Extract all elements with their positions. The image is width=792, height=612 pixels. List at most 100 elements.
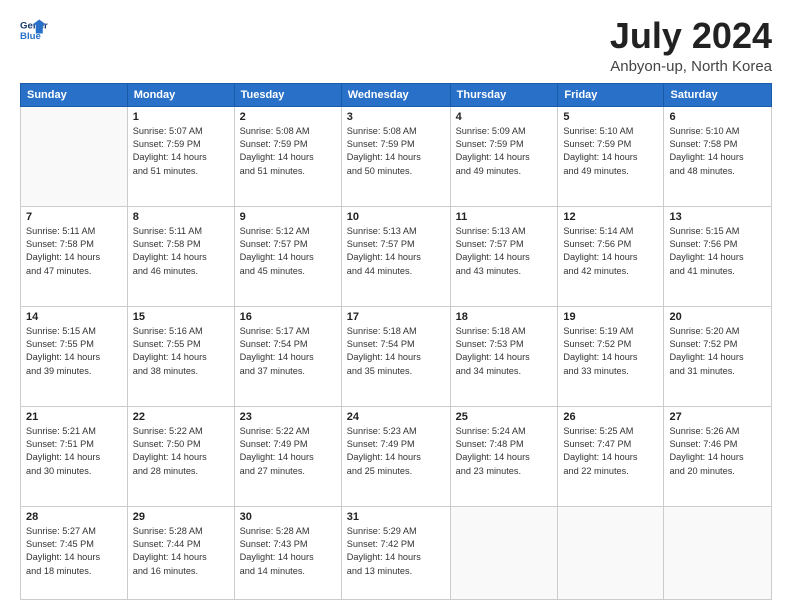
week-row-1: 1 Sunrise: 5:07 AM Sunset: 7:59 PM Daylig… (21, 106, 772, 206)
day-info: Sunrise: 5:24 AM Sunset: 7:48 PM Dayligh… (456, 425, 553, 478)
day-info: Sunrise: 5:26 AM Sunset: 7:46 PM Dayligh… (669, 425, 766, 478)
day-number: 22 (133, 411, 229, 423)
day-info: Sunrise: 5:17 AM Sunset: 7:54 PM Dayligh… (240, 325, 336, 378)
calendar-cell (450, 506, 558, 599)
calendar-cell: 9 Sunrise: 5:12 AM Sunset: 7:57 PM Daylig… (234, 206, 341, 306)
day-number: 20 (669, 311, 766, 323)
calendar-cell (664, 506, 772, 599)
day-number: 18 (456, 311, 553, 323)
week-row-3: 14Sunrise: 5:15 AM Sunset: 7:55 PM Dayli… (21, 306, 772, 406)
day-number: 28 (26, 511, 122, 523)
day-info: Sunrise: 5:11 AM Sunset: 7:58 PM Dayligh… (26, 225, 122, 278)
weekday-header-tuesday: Tuesday (234, 83, 341, 106)
calendar-cell: 29 Sunrise: 5:28 AM Sunset: 7:44 PM Dayli… (127, 506, 234, 599)
day-number: 19 (563, 311, 658, 323)
svg-text:General: General (20, 20, 48, 31)
logo: General Blue (20, 16, 48, 44)
day-number: 1 (133, 111, 229, 123)
day-info: Sunrise: 5:28 AM Sunset: 7:44 PM Dayligh… (133, 525, 229, 578)
calendar-cell (558, 506, 664, 599)
day-number: 23 (240, 411, 336, 423)
day-info: Sunrise: 5:27 AM Sunset: 7:45 PM Dayligh… (26, 525, 122, 578)
subtitle: Anbyon-up, North Korea (610, 58, 772, 75)
day-info: Sunrise: 5:25 AM Sunset: 7:47 PM Dayligh… (563, 425, 658, 478)
day-info: Sunrise: 5:08 AM Sunset: 7:59 PM Dayligh… (240, 125, 336, 178)
day-number: 26 (563, 411, 658, 423)
day-number: 15 (133, 311, 229, 323)
day-number: 17 (347, 311, 445, 323)
calendar-cell: 21 Sunrise: 5:21 AM Sunset: 7:51 PM Dayli… (21, 406, 128, 506)
day-info: Sunrise: 5:22 AM Sunset: 7:50 PM Dayligh… (133, 425, 229, 478)
day-number: 12 (563, 211, 658, 223)
weekday-header-thursday: Thursday (450, 83, 558, 106)
header: General Blue July 2024 Anbyon-up, North … (20, 16, 772, 75)
day-number: 5 (563, 111, 658, 123)
calendar-cell: 31 Sunrise: 5:29 AM Sunset: 7:42 PM Dayli… (341, 506, 450, 599)
weekday-header-sunday: Sunday (21, 83, 128, 106)
calendar-cell: 8 Sunrise: 5:11 AM Sunset: 7:58 PM Daylig… (127, 206, 234, 306)
day-info: Sunrise: 5:15 AM Sunset: 7:56 PM Dayligh… (669, 225, 766, 278)
day-number: 25 (456, 411, 553, 423)
calendar-cell: 7Sunrise: 5:11 AM Sunset: 7:58 PM Daylig… (21, 206, 128, 306)
weekday-header-saturday: Saturday (664, 83, 772, 106)
day-number: 3 (347, 111, 445, 123)
calendar-cell: 25 Sunrise: 5:24 AM Sunset: 7:48 PM Dayli… (450, 406, 558, 506)
calendar-cell: 16Sunrise: 5:17 AM Sunset: 7:54 PM Dayli… (234, 306, 341, 406)
weekday-header-friday: Friday (558, 83, 664, 106)
week-row-4: 21 Sunrise: 5:21 AM Sunset: 7:51 PM Dayli… (21, 406, 772, 506)
calendar-cell: 2 Sunrise: 5:08 AM Sunset: 7:59 PM Daylig… (234, 106, 341, 206)
main-title: July 2024 (610, 16, 772, 56)
calendar-cell: 14Sunrise: 5:15 AM Sunset: 7:55 PM Dayli… (21, 306, 128, 406)
calendar-table: SundayMondayTuesdayWednesdayThursdayFrid… (20, 83, 772, 600)
calendar-cell: 4 Sunrise: 5:09 AM Sunset: 7:59 PM Daylig… (450, 106, 558, 206)
day-number: 29 (133, 511, 229, 523)
day-info: Sunrise: 5:10 AM Sunset: 7:59 PM Dayligh… (563, 125, 658, 178)
calendar-cell: 3Sunrise: 5:08 AM Sunset: 7:59 PM Daylig… (341, 106, 450, 206)
calendar-cell: 17 Sunrise: 5:18 AM Sunset: 7:54 PM Dayli… (341, 306, 450, 406)
calendar-cell: 10Sunrise: 5:13 AM Sunset: 7:57 PM Dayli… (341, 206, 450, 306)
day-info: Sunrise: 5:21 AM Sunset: 7:51 PM Dayligh… (26, 425, 122, 478)
day-info: Sunrise: 5:14 AM Sunset: 7:56 PM Dayligh… (563, 225, 658, 278)
day-number: 6 (669, 111, 766, 123)
day-info: Sunrise: 5:28 AM Sunset: 7:43 PM Dayligh… (240, 525, 336, 578)
day-info: Sunrise: 5:22 AM Sunset: 7:49 PM Dayligh… (240, 425, 336, 478)
day-info: Sunrise: 5:09 AM Sunset: 7:59 PM Dayligh… (456, 125, 553, 178)
day-info: Sunrise: 5:18 AM Sunset: 7:54 PM Dayligh… (347, 325, 445, 378)
day-info: Sunrise: 5:07 AM Sunset: 7:59 PM Dayligh… (133, 125, 229, 178)
day-info: Sunrise: 5:19 AM Sunset: 7:52 PM Dayligh… (563, 325, 658, 378)
calendar-cell: 15Sunrise: 5:16 AM Sunset: 7:55 PM Dayli… (127, 306, 234, 406)
day-info: Sunrise: 5:10 AM Sunset: 7:58 PM Dayligh… (669, 125, 766, 178)
day-number: 31 (347, 511, 445, 523)
day-number: 30 (240, 511, 336, 523)
calendar-cell (21, 106, 128, 206)
day-number: 2 (240, 111, 336, 123)
calendar-cell: 5 Sunrise: 5:10 AM Sunset: 7:59 PM Daylig… (558, 106, 664, 206)
logo-icon: General Blue (20, 16, 48, 44)
calendar-cell: 1 Sunrise: 5:07 AM Sunset: 7:59 PM Daylig… (127, 106, 234, 206)
weekday-header-monday: Monday (127, 83, 234, 106)
day-info: Sunrise: 5:15 AM Sunset: 7:55 PM Dayligh… (26, 325, 122, 378)
week-row-2: 7Sunrise: 5:11 AM Sunset: 7:58 PM Daylig… (21, 206, 772, 306)
calendar-cell: 27Sunrise: 5:26 AM Sunset: 7:46 PM Dayli… (664, 406, 772, 506)
calendar-cell: 23 Sunrise: 5:22 AM Sunset: 7:49 PM Dayli… (234, 406, 341, 506)
day-info: Sunrise: 5:11 AM Sunset: 7:58 PM Dayligh… (133, 225, 229, 278)
calendar-cell: 12 Sunrise: 5:14 AM Sunset: 7:56 PM Dayli… (558, 206, 664, 306)
calendar-cell: 18 Sunrise: 5:18 AM Sunset: 7:53 PM Dayli… (450, 306, 558, 406)
day-number: 21 (26, 411, 122, 423)
day-info: Sunrise: 5:18 AM Sunset: 7:53 PM Dayligh… (456, 325, 553, 378)
day-number: 9 (240, 211, 336, 223)
calendar-cell: 24Sunrise: 5:23 AM Sunset: 7:49 PM Dayli… (341, 406, 450, 506)
week-row-5: 28 Sunrise: 5:27 AM Sunset: 7:45 PM Dayli… (21, 506, 772, 599)
day-info: Sunrise: 5:12 AM Sunset: 7:57 PM Dayligh… (240, 225, 336, 278)
calendar-cell: 11Sunrise: 5:13 AM Sunset: 7:57 PM Dayli… (450, 206, 558, 306)
day-number: 11 (456, 211, 553, 223)
calendar-cell: 30 Sunrise: 5:28 AM Sunset: 7:43 PM Dayli… (234, 506, 341, 599)
weekday-header-row: SundayMondayTuesdayWednesdayThursdayFrid… (21, 83, 772, 106)
day-number: 4 (456, 111, 553, 123)
day-info: Sunrise: 5:29 AM Sunset: 7:42 PM Dayligh… (347, 525, 445, 578)
day-number: 8 (133, 211, 229, 223)
calendar-cell: 19 Sunrise: 5:19 AM Sunset: 7:52 PM Dayli… (558, 306, 664, 406)
day-info: Sunrise: 5:20 AM Sunset: 7:52 PM Dayligh… (669, 325, 766, 378)
weekday-header-wednesday: Wednesday (341, 83, 450, 106)
title-block: July 2024 Anbyon-up, North Korea (610, 16, 772, 75)
